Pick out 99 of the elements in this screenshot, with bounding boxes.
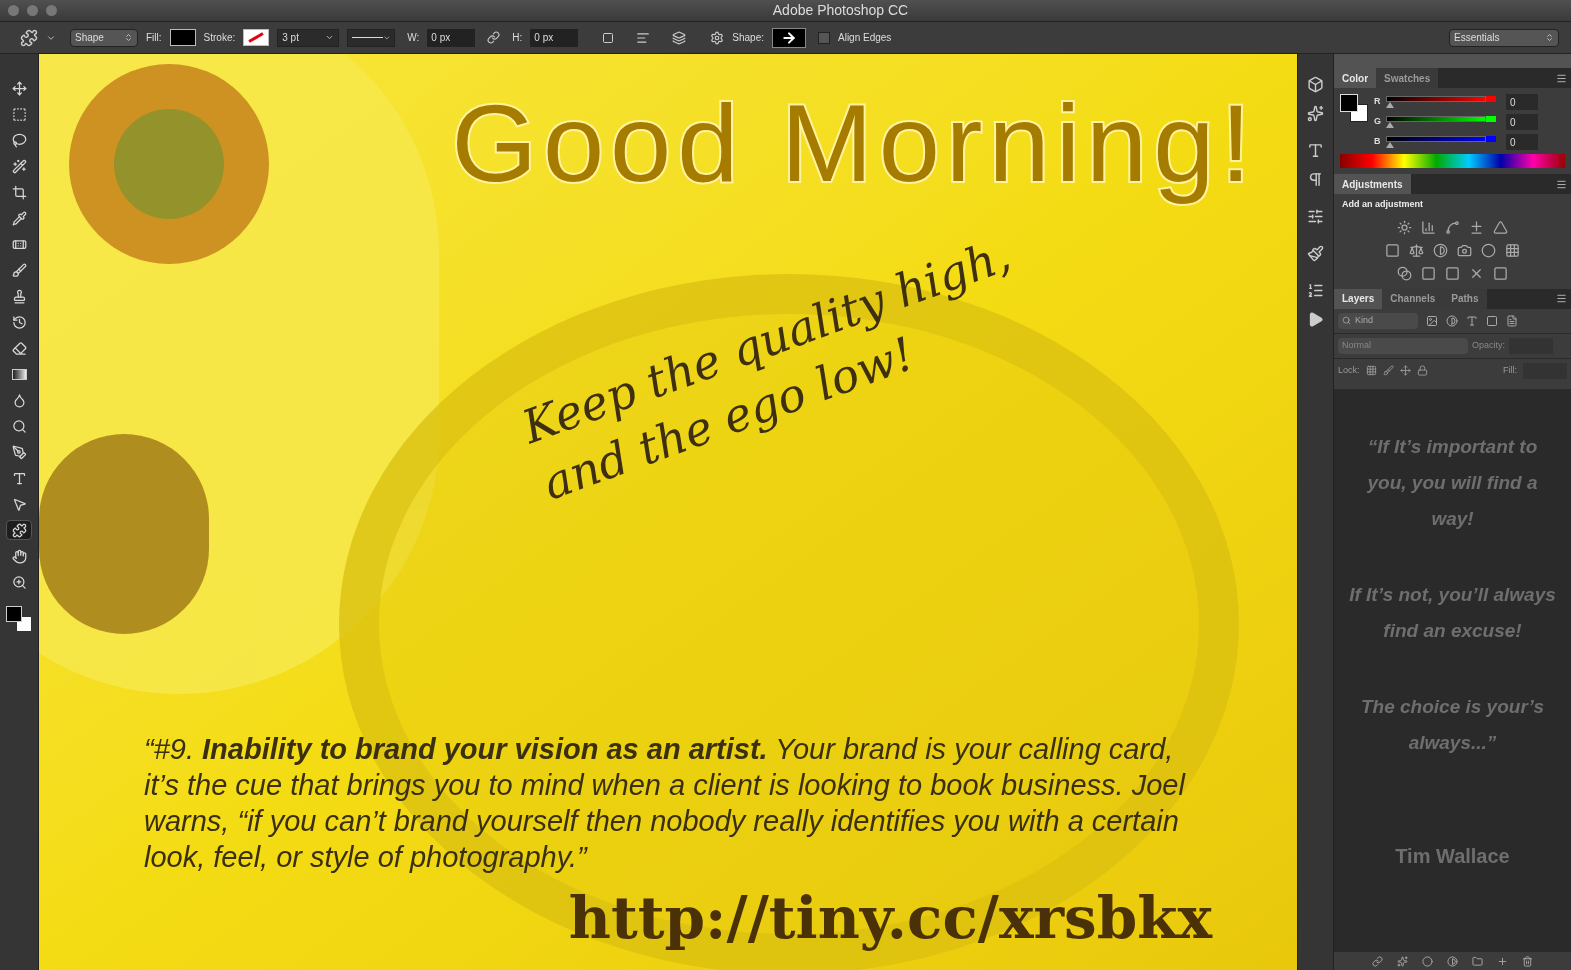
move-icon[interactable] — [1399, 365, 1411, 376]
url-link[interactable]: http://tiny.cc/xrsbkx — [568, 875, 1212, 962]
fill-label: Fill: — [146, 31, 162, 45]
pilcrow-icon[interactable] — [1307, 171, 1324, 188]
shape-icon[interactable] — [6, 520, 32, 540]
caret-icon — [382, 33, 391, 42]
panel-tab[interactable]: Swatches — [1376, 68, 1439, 88]
settings-icon[interactable] — [710, 30, 725, 45]
panel-tab[interactable]: Channels — [1382, 288, 1444, 309]
link-icon[interactable] — [487, 31, 501, 44]
panel-menu-icon[interactable] — [1556, 72, 1567, 84]
brush-icon[interactable] — [1382, 365, 1394, 376]
mode-dropdown[interactable]: Shape — [70, 28, 138, 47]
shape-picker[interactable] — [772, 27, 806, 48]
width-field[interactable]: 0 px — [427, 28, 476, 47]
blend-icon[interactable] — [1397, 265, 1412, 281]
height-field[interactable]: 0 px — [530, 28, 579, 47]
type-icon[interactable] — [1307, 142, 1324, 159]
panel-tab[interactable]: Paths — [1443, 288, 1487, 309]
sparkle-icon[interactable] — [1307, 105, 1324, 122]
sliders-icon[interactable] — [1307, 208, 1324, 225]
color-spectrum[interactable] — [1340, 154, 1565, 168]
caret-icon — [325, 33, 335, 42]
channel-slider[interactable] — [1386, 96, 1496, 108]
paintbrush-icon[interactable] — [1307, 245, 1324, 262]
updown-arrows-icon — [1545, 33, 1554, 42]
stroke-label: Stroke: — [203, 31, 236, 45]
square-icon[interactable] — [1493, 265, 1508, 281]
folder-icon[interactable] — [1472, 955, 1483, 967]
stroke-swatch[interactable] — [243, 29, 270, 46]
align-edges-checkbox[interactable] — [818, 31, 830, 44]
updown-arrows-icon — [124, 33, 133, 42]
quote-text: The choice is your’s always...” — [1359, 694, 1545, 755]
sparkle-icon[interactable] — [1397, 955, 1408, 967]
list-icon[interactable] — [1307, 282, 1324, 299]
plus-minus-icon[interactable] — [1469, 219, 1484, 235]
mask-icon[interactable] — [1422, 955, 1433, 967]
panel-hint: Add an adjustment — [1342, 198, 1424, 211]
histogram-icon[interactable] — [1421, 219, 1436, 235]
link-icon[interactable] — [1372, 955, 1383, 967]
panel-menu-icon[interactable] — [1556, 178, 1567, 190]
panel-tab[interactable]: Adjustments — [1334, 174, 1411, 194]
filter-dropdown[interactable]: Kind — [1338, 312, 1418, 329]
fill-label: Fill: — [1503, 363, 1517, 377]
document-icon[interactable] — [1506, 314, 1518, 327]
square-icon[interactable] — [1421, 265, 1436, 281]
stroke-width-field[interactable]: 3 pt — [277, 28, 340, 47]
channel-label: R — [1374, 95, 1382, 109]
color-swatches-icon[interactable] — [1340, 94, 1368, 122]
checker-icon[interactable] — [1365, 365, 1377, 376]
square-icon[interactable] — [602, 31, 615, 44]
square-icon[interactable] — [1486, 314, 1498, 327]
opacity-label: Opacity: — [1472, 338, 1505, 352]
align-icon[interactable] — [636, 30, 651, 45]
channel-label: G — [1374, 115, 1382, 129]
trash-icon[interactable] — [1522, 955, 1533, 967]
contrast-icon[interactable] — [1446, 314, 1458, 327]
height-label: H: — [512, 31, 523, 45]
new-layer-icon[interactable] — [1497, 955, 1508, 967]
gradient-square-icon[interactable] — [1385, 242, 1400, 258]
channel-value-field[interactable]: 0 — [1506, 94, 1538, 110]
search-icon — [1342, 316, 1351, 325]
triangle-icon[interactable] — [1493, 219, 1508, 235]
scale-icon[interactable] — [1409, 242, 1424, 258]
lock-label: Lock: — [1338, 363, 1360, 377]
stroke-type-dropdown[interactable] — [347, 28, 396, 47]
panel-tab[interactable]: Layers — [1334, 288, 1383, 309]
panel-tab[interactable]: Color — [1334, 68, 1377, 88]
sun-icon[interactable] — [1397, 219, 1412, 235]
channel-value-field[interactable]: 0 — [1506, 114, 1538, 130]
fill-swatch[interactable] — [169, 29, 196, 46]
quote-text: “If It’s important to you, you will find a way! — [1365, 434, 1539, 531]
workspace-dropdown[interactable]: Essentials — [1449, 28, 1559, 47]
align-edges-label: Align Edges — [838, 31, 892, 45]
channel-slider[interactable] — [1386, 136, 1496, 148]
headline: Good Morning! — [451, 80, 1257, 206]
channel-label: B — [1374, 135, 1382, 149]
author-name: Tim Wallace — [1395, 843, 1510, 869]
color-swatches-icon[interactable] — [6, 606, 32, 632]
lock-icon[interactable] — [1416, 365, 1428, 376]
cube-icon[interactable] — [1307, 76, 1324, 93]
quote-text: If It’s not, you’ll always find an excuse! — [1348, 582, 1557, 643]
channel-value-field[interactable]: 0 — [1506, 134, 1538, 150]
image-icon[interactable] — [1426, 314, 1438, 327]
camera-icon[interactable] — [1457, 242, 1472, 258]
channel-slider[interactable] — [1386, 116, 1496, 128]
grid-icon[interactable] — [1505, 242, 1520, 258]
layers-icon[interactable] — [672, 30, 687, 45]
play-icon[interactable] — [1307, 311, 1324, 328]
contrast-icon[interactable] — [1433, 242, 1448, 258]
circles-icon[interactable] — [1481, 242, 1496, 258]
quote-paragraph: “#9. Inability to brand your vision as an artist. Your brand is your calling card, it’s the cue that brings you to mind when a client is looking to book business. Joel warns, “if you can’t brand yourself then nobody really identifies you with a certain look, feel, or style of photography.” — [144, 732, 1187, 875]
contrast-icon[interactable] — [1447, 955, 1458, 967]
panel-menu-icon[interactable] — [1556, 293, 1567, 304]
window-title: Adobe Photoshop CC — [772, 1, 909, 20]
square-icon[interactable] — [1445, 265, 1460, 281]
width-label: W: — [407, 31, 420, 45]
curve-icon[interactable] — [1445, 219, 1460, 235]
shape-label: Shape: — [732, 31, 764, 45]
